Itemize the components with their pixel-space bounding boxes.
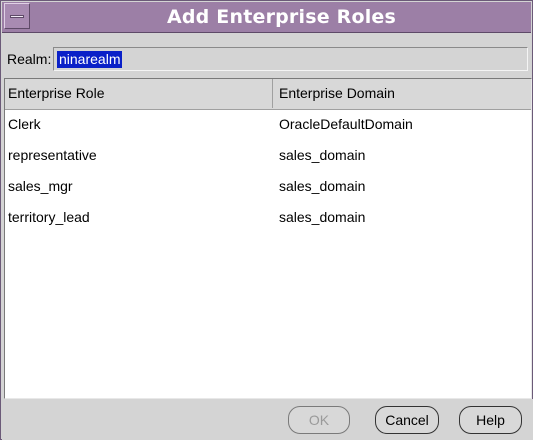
table-header: Enterprise Role Enterprise Domain	[5, 79, 531, 110]
column-header-enterprise-role[interactable]: Enterprise Role	[5, 79, 273, 108]
window-menu-button[interactable]	[4, 3, 30, 29]
realm-value[interactable]: ninarealm	[57, 51, 123, 68]
role-cell: sales_mgr	[8, 178, 73, 194]
button-bar: OK Cancel Help	[2, 399, 533, 440]
domain-cell: sales_domain	[279, 147, 366, 163]
role-cell: Clerk	[8, 116, 41, 132]
table-row[interactable]: sales_mgr sales_domain	[5, 171, 531, 202]
minimize-icon	[10, 15, 24, 18]
realm-label: Realm:	[7, 51, 52, 67]
domain-cell: OracleDefaultDomain	[279, 116, 413, 132]
ok-button[interactable]: OK	[288, 406, 350, 434]
table-body: Clerk OracleDefaultDomain representative…	[5, 109, 531, 233]
column-header-enterprise-domain[interactable]: Enterprise Domain	[273, 79, 531, 108]
domain-cell: sales_domain	[279, 209, 366, 225]
role-cell: representative	[8, 147, 97, 163]
title-bar[interactable]: Add Enterprise Roles	[2, 2, 531, 33]
domain-cell: sales_domain	[279, 178, 366, 194]
table-row[interactable]: territory_lead sales_domain	[5, 202, 531, 233]
table-row[interactable]: Clerk OracleDefaultDomain	[5, 109, 531, 140]
realm-row: Realm: ninarealm	[3, 34, 532, 74]
help-button[interactable]: Help	[459, 406, 522, 434]
dialog-title: Add Enterprise Roles	[166, 6, 397, 28]
table-row[interactable]: representative sales_domain	[5, 140, 531, 171]
role-cell: territory_lead	[8, 209, 90, 225]
realm-field[interactable]: ninarealm	[53, 47, 528, 71]
cancel-button[interactable]: Cancel	[375, 406, 439, 434]
roles-table: Enterprise Role Enterprise Domain Clerk …	[4, 78, 532, 399]
add-enterprise-roles-dialog: Add Enterprise Roles Realm: ninarealm En…	[0, 0, 533, 440]
